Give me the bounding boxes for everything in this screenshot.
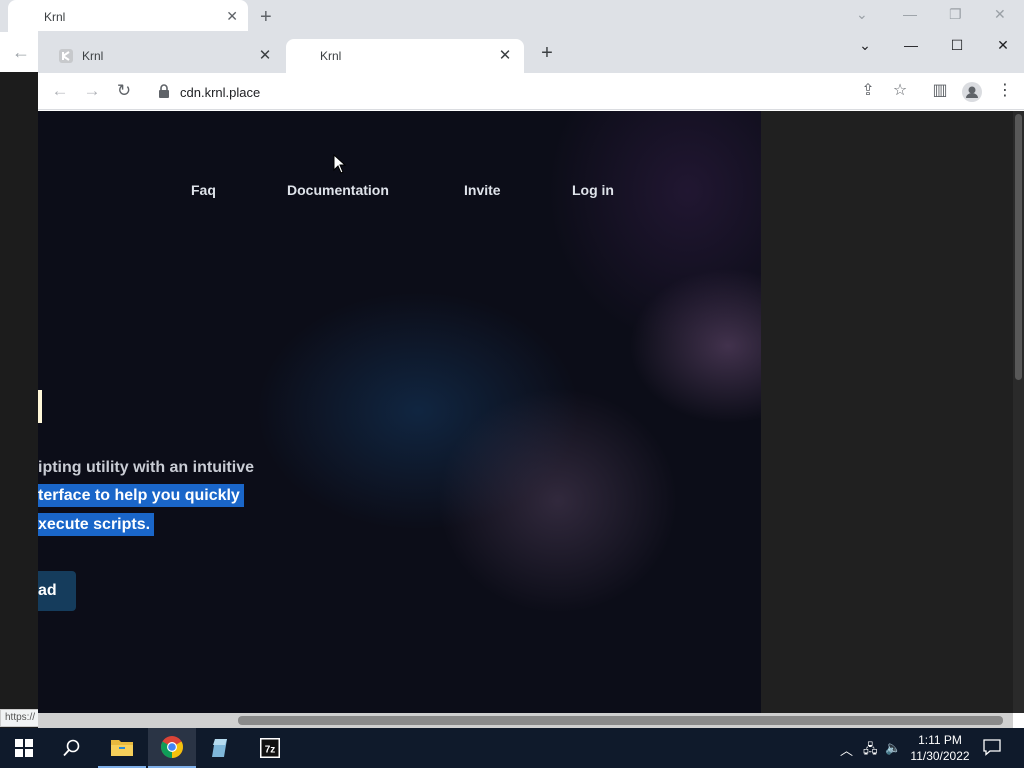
tab-title: Krnl: [320, 49, 342, 63]
file-explorer-button[interactable]: [98, 728, 146, 768]
text-cursor-highlight: [38, 390, 42, 423]
download-button-label: ad: [38, 582, 57, 599]
7zip-taskbar-button[interactable]: 7z: [246, 728, 294, 768]
url-text: cdn.krnl.place: [180, 85, 261, 100]
start-button[interactable]: [0, 728, 48, 768]
background-tab-title: Krnl: [44, 10, 66, 24]
network-icon[interactable]: 🖧: [863, 740, 878, 762]
back-arrow-icon[interactable]: ←: [12, 42, 30, 63]
more-menu-icon[interactable]: ⋮: [993, 80, 1017, 104]
chevron-down-icon[interactable]: ⌄: [856, 6, 868, 23]
search-button[interactable]: [48, 728, 96, 768]
bookmark-star-icon[interactable]: ☆: [888, 80, 912, 104]
chrome-taskbar-button[interactable]: [148, 728, 196, 768]
nav-link-documentation[interactable]: Documentation: [287, 182, 389, 198]
vertical-scroll-thumb[interactable]: [1015, 114, 1022, 380]
maximize-icon[interactable]: ☐: [942, 37, 972, 63]
close-window-icon[interactable]: ✕: [988, 37, 1018, 63]
share-icon[interactable]: ⇪: [856, 80, 880, 104]
notification-center-icon[interactable]: [982, 738, 1002, 756]
new-tab-icon[interactable]: +: [260, 6, 272, 29]
side-panel-icon[interactable]: ▥: [928, 80, 952, 104]
reload-icon[interactable]: ↻: [112, 80, 136, 104]
page-content: Faq Documentation Invite Log in ipting u…: [38, 111, 1024, 713]
svg-text:7z: 7z: [265, 745, 276, 756]
lock-icon[interactable]: [158, 84, 170, 98]
show-hidden-icons-chevron-icon[interactable]: ︿: [840, 740, 853, 759]
description-line-1: ipting utility with an intuitive: [38, 459, 254, 476]
minimize-icon[interactable]: —: [896, 37, 926, 63]
tab-krnl-2[interactable]: Krnl ✕: [286, 39, 524, 73]
background-tab[interactable]: Krnl ✕: [8, 0, 248, 32]
tab-search-chevron-icon[interactable]: ⌄: [850, 37, 880, 63]
hero-section: Faq Documentation Invite Log in ipting u…: [38, 111, 761, 713]
horizontal-scrollbar[interactable]: [38, 713, 1013, 728]
krnl-favicon-icon: [59, 49, 73, 63]
restore-icon[interactable]: ❐: [949, 6, 962, 23]
tab-title: Krnl: [82, 49, 104, 63]
nav-link-invite[interactable]: Invite: [464, 182, 501, 198]
download-button[interactable]: ad: [38, 571, 76, 611]
tab-bar: Krnl ✕ Krnl ✕ + ⌄ — ☐ ✕: [38, 31, 1024, 73]
app-taskbar-button[interactable]: [196, 728, 244, 768]
windows-logo-icon: [15, 739, 33, 757]
clock-time: 1:11 PM: [918, 733, 962, 747]
vertical-scrollbar[interactable]: [1013, 111, 1024, 713]
back-icon[interactable]: ←: [48, 80, 72, 104]
chrome-icon: [161, 736, 183, 758]
close-tab-icon[interactable]: ✕: [496, 46, 514, 64]
close-window-icon[interactable]: ✕: [994, 6, 1006, 23]
close-tab-icon[interactable]: ✕: [256, 46, 274, 64]
forward-icon[interactable]: →: [80, 80, 104, 104]
close-icon[interactable]: ✕: [226, 8, 238, 25]
app-icon: [212, 739, 227, 757]
description-line-3: xecute scripts.: [38, 513, 155, 536]
clock-date: 11/30/2022: [910, 749, 970, 763]
search-icon: [63, 739, 80, 757]
nav-link-login[interactable]: Log in: [572, 182, 614, 198]
description-line-2: terface to help you quickly: [38, 484, 244, 507]
address-bar[interactable]: cdn.krnl.place: [150, 77, 910, 107]
mouse-cursor-icon: [333, 154, 347, 174]
taskbar: 7z ︿ 🖧 🔈 1:11 PM 11/30/2022: [0, 728, 1024, 768]
browser-toolbar: ← → ↻ cdn.krnl.place ⇪ ☆ ▥ ⋮: [38, 73, 1024, 110]
new-tab-icon[interactable]: +: [536, 43, 558, 63]
folder-icon: [111, 740, 133, 756]
horizontal-scroll-thumb[interactable]: [238, 716, 1003, 725]
volume-icon[interactable]: 🔈: [885, 740, 901, 756]
profile-avatar-icon[interactable]: [960, 80, 984, 104]
background-tab-bar: Krnl ✕ + ⌄ — ❐ ✕: [0, 0, 1024, 32]
status-bubble: https://: [0, 709, 40, 727]
nav-link-faq[interactable]: Faq: [191, 182, 216, 198]
right-blank-area: [761, 111, 1013, 713]
minimize-icon[interactable]: —: [903, 6, 917, 22]
system-clock[interactable]: 1:11 PM 11/30/2022: [905, 732, 975, 764]
tab-krnl-1[interactable]: Krnl ✕: [46, 39, 284, 73]
browser-window: Krnl ✕ Krnl ✕ + ⌄ — ☐ ✕ ← → ↻ cdn.krnl.p…: [38, 31, 1024, 728]
7zip-icon: 7z: [260, 738, 280, 758]
